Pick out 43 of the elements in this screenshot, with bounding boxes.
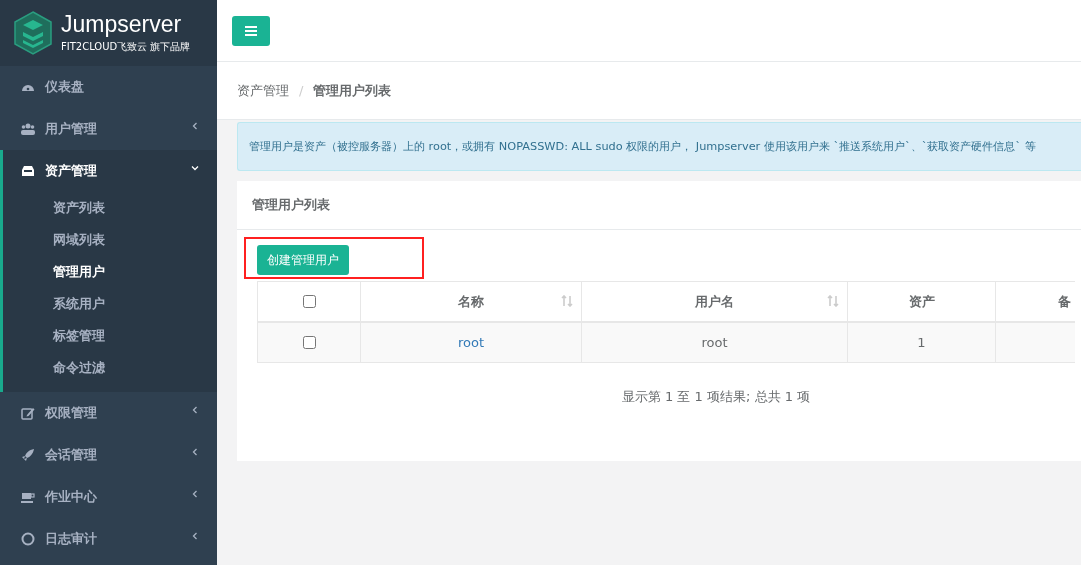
table-cell: root (581, 322, 848, 363)
nav-subitem[interactable]: 标签管理 (3, 320, 217, 352)
chevron-left-icon (191, 532, 199, 540)
chevron-left-icon (191, 490, 199, 498)
sort-icon (561, 295, 573, 307)
nav-item[interactable]: 会话管理 (0, 434, 217, 476)
chevron-left-icon (191, 122, 199, 130)
nav-item[interactable]: 权限管理 (0, 392, 217, 434)
nav-subitem[interactable]: 管理用户 (3, 256, 217, 288)
name-link[interactable]: root (457, 335, 485, 350)
nav-item[interactable]: 日志审计 (0, 518, 217, 560)
checkbox[interactable] (303, 295, 316, 308)
edit-icon (21, 406, 35, 420)
nav-item[interactable]: 作业中心 (0, 476, 217, 518)
nav-item[interactable]: 仪表盘 (0, 66, 217, 108)
nav-subitem[interactable]: 命令过滤 (3, 352, 217, 384)
menu-button[interactable] (232, 15, 270, 46)
menu-icon (245, 25, 257, 36)
nav-item[interactable]: 用户管理 (0, 108, 217, 150)
inbox-icon (21, 164, 35, 178)
nav-subitem[interactable]: 系统用户 (3, 288, 217, 320)
history-icon (21, 532, 35, 546)
users-icon (21, 122, 35, 136)
table-cell: 1 (847, 322, 996, 363)
cup-icon (21, 490, 35, 504)
card-title: 管理用户列表 (252, 196, 330, 214)
checkbox[interactable] (303, 336, 316, 349)
brand-name: Jumpserver (61, 11, 183, 38)
logo-icon (13, 11, 53, 55)
breadcrumb-item[interactable]: 资产管理 (237, 81, 289, 100)
breadcrumb-item: 管理用户列表 (313, 81, 392, 100)
nav-subitem[interactable]: 资产列表 (3, 192, 217, 224)
nav-subitem[interactable]: 网域列表 (3, 224, 217, 256)
rocket-icon (21, 448, 35, 462)
sort-icon (827, 295, 839, 307)
brand-tagline: FIT2CLOUD飞致云 旗下品牌 (61, 40, 191, 55)
nav-item[interactable]: 资产管理 (3, 150, 217, 192)
chevron-down-icon (191, 164, 199, 172)
alert-text: 管理用户是资产（被控服务器）上的 root，或拥有 NOPASSWD: ALL sudo 权限的用户， Jumpserver 使用该用户来 `推送系统用户`、`获取资产硬件信息` 等 (249, 139, 1036, 154)
chevron-left-icon (191, 448, 199, 456)
chevron-left-icon (191, 406, 199, 414)
pagination-info: 显示第 1 至 1 项结果; 总共 1 项 (621, 389, 811, 404)
breadcrumb-separator: / (299, 83, 304, 98)
